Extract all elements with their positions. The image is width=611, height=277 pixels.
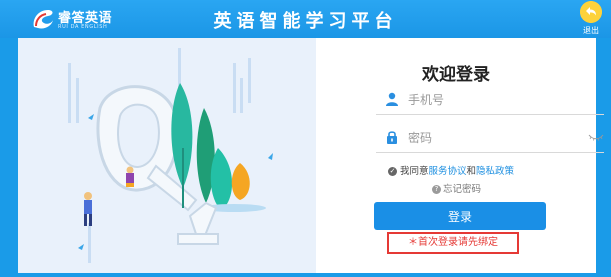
password-field [376, 124, 604, 153]
welcome-heading: 欢迎登录 [422, 65, 490, 85]
agreement-row: ✓ 我同意服务协议和隐私政策 [388, 163, 514, 177]
password-input[interactable] [406, 128, 560, 148]
illustration-panel [18, 38, 316, 273]
person-figure [126, 166, 134, 187]
service-agreement-link[interactable]: 服务协议 [429, 166, 467, 177]
question-icon: ? [432, 185, 441, 194]
check-icon[interactable]: ✓ [388, 167, 397, 176]
back-arrow-icon [580, 1, 602, 23]
lock-icon [387, 131, 397, 144]
qa-illustration [68, 48, 273, 263]
exit-label: 退出 [583, 26, 599, 35]
person-figure [84, 192, 92, 226]
a-letter [177, 201, 219, 245]
bind-notice: ＊首次登录请先绑定 [387, 232, 519, 254]
app-header: 睿答英语 RUI DA ENGLISH 英语智能学习平台 退出 [0, 0, 611, 38]
phone-field [376, 86, 604, 115]
exit-button[interactable]: 退出 [579, 1, 603, 37]
login-panel: 欢迎登录 ✓我同意服务协议和隐私政策 ?忘记密码 登录 ＊首次登录请先绑定 [316, 38, 604, 273]
phone-input[interactable] [406, 90, 560, 110]
eye-closed-icon[interactable] [588, 133, 604, 141]
page-title: 英语智能学习平台 [213, 11, 398, 32]
login-button[interactable]: 登录 [374, 202, 546, 230]
forgot-label: 忘记密码 [443, 184, 482, 195]
agree-text: 我同意 [400, 166, 429, 177]
agree-and: 和 [466, 166, 477, 177]
forgot-password-link[interactable]: ? 忘记密码 [432, 181, 481, 195]
user-icon [386, 92, 398, 106]
privacy-policy-link[interactable]: 隐私政策 [476, 166, 514, 177]
